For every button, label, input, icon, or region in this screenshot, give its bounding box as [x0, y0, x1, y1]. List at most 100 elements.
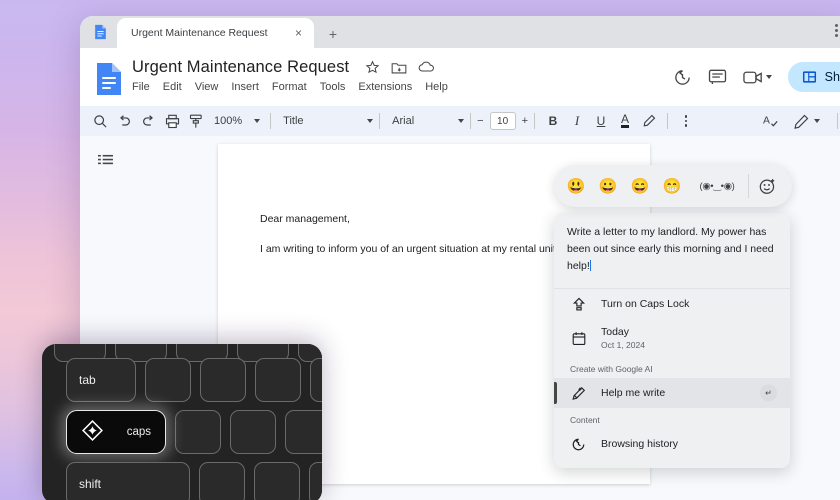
- magic-pen-icon: [570, 386, 587, 401]
- decrease-font-size-button[interactable]: −: [477, 115, 483, 127]
- menu-insert[interactable]: Insert: [231, 81, 259, 93]
- menu-item-help-me-write[interactable]: Help me write ↵: [554, 378, 790, 408]
- menu-file[interactable]: File: [132, 81, 150, 93]
- gemini-diamond-icon: [81, 419, 104, 445]
- caps-lock-icon: [570, 297, 587, 312]
- divider: [748, 174, 749, 198]
- key-blank[interactable]: [285, 410, 322, 454]
- emoji-option[interactable]: 😁: [656, 179, 688, 194]
- text-cursor: [590, 260, 592, 271]
- print-icon[interactable]: [160, 109, 184, 133]
- key-shift[interactable]: shift: [66, 462, 190, 500]
- toolbar-right-group: A: [759, 109, 840, 133]
- star-icon[interactable]: [365, 60, 380, 75]
- menu-item-text-block: Today Oct 1, 2024: [601, 326, 645, 350]
- menu-view[interactable]: View: [195, 81, 219, 93]
- menu-format[interactable]: Format: [272, 81, 307, 93]
- menu-item-today[interactable]: Today Oct 1, 2024: [554, 319, 790, 357]
- calendar-icon: [570, 331, 587, 346]
- three-dot-more-icon[interactable]: [674, 109, 698, 133]
- font-value: Arial: [392, 115, 415, 127]
- divider: [534, 113, 536, 129]
- undo-icon[interactable]: [112, 109, 136, 133]
- bold-button[interactable]: B: [541, 109, 565, 133]
- keyboard-row-caps: caps: [66, 410, 322, 454]
- move-to-folder-icon[interactable]: [391, 60, 407, 75]
- divider: [270, 113, 272, 129]
- key-label: caps: [126, 426, 151, 438]
- redo-icon[interactable]: [136, 109, 160, 133]
- key-blank[interactable]: [200, 358, 246, 402]
- key-blank[interactable]: [255, 358, 301, 402]
- emoji-option[interactable]: 😀: [592, 179, 624, 194]
- menu-item-browsing-history[interactable]: Browsing history: [554, 429, 790, 459]
- font-size-stepper[interactable]: − 10 +: [477, 112, 528, 130]
- key-blank[interactable]: [310, 358, 322, 402]
- browser-tab[interactable]: Urgent Maintenance Request ×: [117, 18, 314, 48]
- svg-text:A: A: [763, 115, 770, 126]
- menu-tools[interactable]: Tools: [320, 81, 346, 93]
- page-title[interactable]: Urgent Maintenance Request: [132, 58, 349, 77]
- paragraph-style-select[interactable]: Title: [277, 115, 374, 127]
- divider: [667, 113, 669, 129]
- menu-item-label: Today: [601, 326, 630, 338]
- emoji-option[interactable]: 😄: [624, 179, 656, 194]
- text-color-label: A: [621, 112, 630, 128]
- text-color-button[interactable]: A: [613, 109, 637, 133]
- key-blank[interactable]: [254, 462, 300, 500]
- menu-edit[interactable]: Edit: [163, 81, 182, 93]
- chevron-down-icon: [367, 119, 374, 123]
- close-icon[interactable]: ×: [291, 25, 306, 41]
- document-outline-icon[interactable]: [98, 154, 113, 168]
- zoom-select[interactable]: 100%: [208, 115, 264, 127]
- underline-button[interactable]: U: [589, 109, 613, 133]
- menu-item-label: Turn on Caps Lock: [601, 298, 690, 310]
- meet-camera-button[interactable]: [742, 70, 772, 85]
- menu-extensions[interactable]: Extensions: [358, 81, 412, 93]
- italic-button[interactable]: I: [565, 109, 589, 133]
- history-icon: [570, 437, 587, 452]
- key-blank[interactable]: [199, 462, 245, 500]
- ai-suggestion-panel: Write a letter to my landlord. My power …: [554, 213, 790, 468]
- docs-icon: [95, 24, 106, 40]
- new-tab-button[interactable]: +: [324, 27, 342, 41]
- docs-logo-icon: [97, 63, 121, 95]
- menu-help[interactable]: Help: [425, 81, 448, 93]
- emoji-picker-icon[interactable]: [752, 178, 782, 195]
- kaomoji-option[interactable]: (◉•‿•◉): [688, 181, 746, 192]
- paint-format-icon[interactable]: [184, 109, 208, 133]
- version-history-icon[interactable]: [673, 68, 692, 87]
- emoji-option[interactable]: 😃: [560, 179, 592, 194]
- spellcheck-icon[interactable]: A: [759, 109, 783, 133]
- share-button[interactable]: Share: [787, 62, 840, 92]
- query-input[interactable]: Write a letter to my landlord. My power …: [554, 213, 790, 289]
- meet-camera-icon: [742, 71, 762, 83]
- key-caps-lock[interactable]: caps: [66, 410, 166, 454]
- menu-item-label: Browsing history: [601, 438, 679, 450]
- browser-tab-strip: Urgent Maintenance Request × +: [80, 16, 840, 48]
- chevron-down-icon: [458, 119, 465, 123]
- title-block: Urgent Maintenance Request File Edit Vie…: [132, 54, 448, 93]
- key-tab[interactable]: tab: [66, 358, 136, 402]
- font-select[interactable]: Arial: [386, 115, 465, 127]
- menu-item-label: Help me write: [601, 387, 666, 399]
- editing-mode-button[interactable]: [791, 109, 823, 133]
- docs-menubar: File Edit View Insert Format Tools Exten…: [132, 81, 448, 93]
- comment-icon[interactable]: [708, 68, 727, 86]
- three-dot-menu-icon[interactable]: [835, 24, 838, 37]
- key-blank[interactable]: [175, 410, 221, 454]
- key-label: shift: [79, 477, 102, 491]
- key-blank[interactable]: [230, 410, 276, 454]
- increase-font-size-button[interactable]: +: [522, 115, 528, 127]
- highlight-pen-icon[interactable]: [637, 109, 661, 133]
- cloud-saved-icon[interactable]: [418, 60, 435, 74]
- divider: [470, 113, 472, 129]
- font-size-input[interactable]: 10: [489, 112, 516, 130]
- search-icon[interactable]: [88, 109, 112, 133]
- share-label: Share: [824, 70, 840, 84]
- key-blank[interactable]: [309, 462, 322, 500]
- zoom-value: 100%: [214, 115, 243, 127]
- menu-item-caps-lock[interactable]: Turn on Caps Lock: [554, 289, 790, 319]
- section-header-ai: Create with Google AI: [570, 364, 653, 374]
- key-blank[interactable]: [145, 358, 191, 402]
